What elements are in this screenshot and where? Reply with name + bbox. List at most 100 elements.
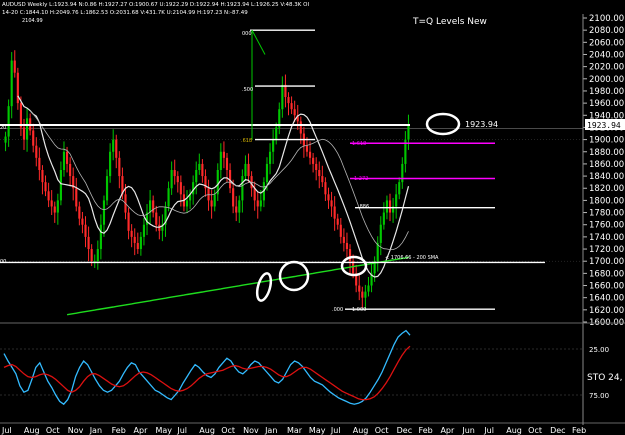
time-tick-label: Aug [199, 426, 215, 435]
candle-body [167, 188, 170, 207]
chart-window: AUDUSD Weekly L:1923.94 N:0.86 H:1927.27… [0, 0, 625, 435]
candle-body [115, 139, 118, 158]
time-tick-label: Feb [572, 426, 586, 435]
candle-body [281, 84, 284, 110]
candle-body [142, 224, 146, 237]
candle-body [299, 121, 302, 134]
fib-label-1272: 1.272 [354, 176, 368, 182]
header-line-1: AUDUSD Weekly L:1923.94 N:0.86 H:1927.27… [2, 2, 309, 8]
fib-label-000b: .000 [332, 307, 343, 313]
candle-body [78, 206, 81, 219]
candle-body [102, 200, 106, 225]
candle-body [4, 136, 7, 143]
time-tick-label: Aug [506, 426, 522, 435]
price-tick-label: 2100.00 [589, 14, 624, 24]
price-top-label: 2104.99 [22, 18, 43, 24]
candle-body [293, 109, 296, 116]
price-tick-label: 1880.00 [589, 148, 624, 158]
candle-body [56, 200, 59, 213]
candle-body [38, 157, 41, 170]
candle-body [407, 125, 410, 140]
candle-body [192, 182, 195, 195]
candle-body [235, 206, 238, 213]
candle-body [308, 151, 312, 158]
sma-label: < 1706.66 - 200 SMA [385, 255, 439, 261]
candle-body [133, 236, 136, 243]
time-tick-label: Feb [112, 426, 126, 435]
candle-body [339, 224, 342, 237]
candle-body [225, 157, 229, 170]
price-tick-label: 1840.00 [589, 172, 624, 182]
candle-body [348, 249, 352, 262]
candle-body [173, 170, 176, 177]
candle-body [395, 194, 398, 207]
time-tick-label: Oct [46, 426, 60, 435]
candle-body [7, 106, 10, 137]
candle-body [50, 200, 53, 207]
candle-body [272, 139, 275, 152]
candle-body [213, 194, 216, 207]
fib-label-000: 000 [242, 31, 252, 37]
candle-body [241, 176, 244, 201]
time-tick-label: Apr [134, 426, 149, 435]
candle-body [259, 200, 262, 207]
fib-label-1618: 1.618 [352, 141, 366, 147]
candle-body [65, 151, 69, 164]
candle-body [62, 151, 66, 170]
time-tick-label: Oct [375, 426, 389, 435]
price-tick-label: 1660.00 [589, 282, 624, 292]
candle-body [170, 170, 173, 189]
candle-body [44, 182, 47, 192]
price-tick-label: 1980.00 [589, 87, 624, 97]
candle-body [87, 236, 90, 250]
price-tick-label: 2000.00 [589, 75, 624, 85]
candle-body [10, 60, 13, 107]
candle-body [152, 200, 155, 213]
candle-body [388, 200, 392, 213]
candle-body [118, 157, 121, 177]
chart-title: T=Q Levels New [412, 17, 487, 27]
sto-tick-label: 75.00 [589, 392, 609, 400]
candle-body [136, 242, 139, 250]
candle-body [176, 176, 179, 183]
candle-body [47, 191, 50, 201]
time-tick-label: Mar [287, 426, 303, 435]
candle-body [265, 163, 269, 183]
candle-body [342, 236, 345, 243]
time-tick-label: Jan [89, 426, 102, 435]
candle-body [109, 151, 112, 177]
candle-body [315, 163, 318, 170]
time-tick-label: Jun [461, 426, 475, 435]
candle-body [112, 139, 115, 152]
price-tick-label: 1680.00 [589, 269, 624, 279]
price-tick-label: 1640.00 [589, 294, 624, 304]
time-tick-label: May [309, 426, 326, 435]
time-tick-label: Jul [330, 426, 341, 435]
time-tick-label: Aug [24, 426, 40, 435]
candle-body [90, 249, 93, 262]
candle-body [210, 200, 213, 207]
candle-body [275, 127, 278, 140]
time-tick-label: Jul [1, 426, 12, 435]
time-tick-label: Jan [264, 426, 277, 435]
candle-body [59, 170, 62, 201]
candle-body [232, 188, 235, 207]
candle-body [364, 291, 367, 298]
last-price-label: 1923.94 [465, 120, 498, 129]
time-tick-label: Feb [419, 426, 433, 435]
candle-body [179, 182, 182, 195]
candle-body [32, 130, 35, 146]
candle-body [75, 188, 78, 207]
candle-body [69, 163, 72, 177]
candle-body [139, 236, 142, 250]
candle-body [268, 151, 272, 164]
time-tick-label: Oct [221, 426, 235, 435]
price-tick-label: 1620.00 [589, 306, 624, 316]
candle-body [105, 176, 109, 201]
candle-body [256, 200, 259, 207]
time-tick-label: Dec [550, 426, 565, 435]
candle-body [238, 200, 241, 213]
candle-body [201, 163, 204, 177]
candle-body [244, 163, 247, 177]
candle-body [99, 224, 102, 250]
